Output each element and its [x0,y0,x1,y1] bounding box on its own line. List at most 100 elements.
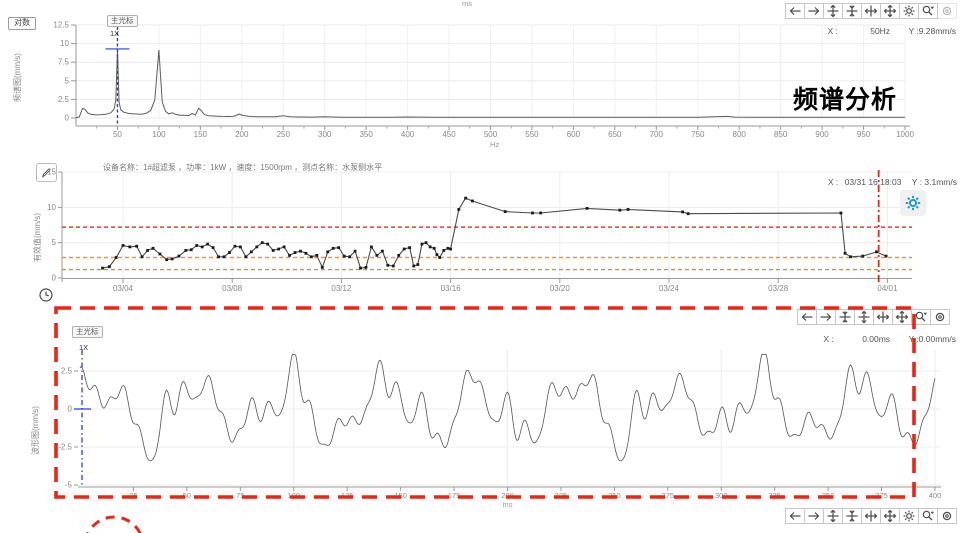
reset-icon [940,4,954,18]
arrow-right-button[interactable] [804,508,824,524]
spectrum-cursor-readout: X : 50Hz Y :9.28mm/s [827,26,956,36]
compress-vertical-icon [838,310,852,324]
log-scale-toggle-button[interactable]: 对数 [8,17,36,30]
trend-settings-button[interactable] [900,190,926,216]
svg-text:450: 450 [442,130,456,139]
svg-text:03/24: 03/24 [659,284,680,293]
expand-horizontal-button[interactable] [861,508,881,524]
waveform-cursor-readout: X : 0.00ms Y :0.00mm/s [823,334,956,344]
expand-vertical-icon [826,509,840,523]
svg-text:0: 0 [65,114,70,123]
svg-text:03/16: 03/16 [441,284,462,293]
gear-icon [904,194,922,212]
svg-text:300: 300 [318,130,332,139]
svg-text:275: 275 [662,491,675,500]
waveform-toolbar [798,309,950,325]
zoom-select-icon [921,4,935,18]
svg-text:04/01: 04/01 [877,284,898,293]
svg-text:150: 150 [194,130,208,139]
expand-vertical-button[interactable] [823,508,843,524]
svg-text:375: 375 [875,491,888,500]
svg-text:50: 50 [183,491,191,500]
svg-text:100: 100 [287,491,300,500]
expand-all-icon [883,4,897,18]
top-axis-remnant-label: ms [462,0,472,8]
zoom-select-button[interactable] [918,3,938,19]
spectrum-readout-y-value: Y :9.28mm/s [908,26,956,36]
svg-text:750: 750 [691,130,705,139]
spectrum-y-axis-label: 频谱图(mm/s) [12,53,23,102]
svg-text:10: 10 [47,203,56,212]
svg-text:400: 400 [401,130,415,139]
expand-all-button[interactable] [892,309,912,325]
spectrum-cursor-tag[interactable]: 主光标 [107,15,138,27]
svg-text:150: 150 [394,491,407,500]
expand-horizontal-button[interactable] [861,3,881,19]
svg-text:350: 350 [822,491,835,500]
svg-text:50: 50 [113,130,122,139]
expand-horizontal-button[interactable] [873,309,893,325]
arrow-right-button[interactable] [804,3,824,19]
zoom-select-button[interactable] [911,309,931,325]
trend-cursor-readout: X : 03/31 16:18:03 Y : 3.1mm/s [828,177,957,187]
arrow-left-icon [788,4,802,18]
svg-text:300: 300 [715,491,728,500]
expand-horizontal-icon [864,4,878,18]
compress-vertical-button[interactable] [835,309,855,325]
history-time-button[interactable] [37,286,55,304]
gear-button[interactable] [899,508,919,524]
arrow-left-icon [800,310,814,324]
compress-vertical-icon [845,509,859,523]
svg-text:125: 125 [341,491,354,500]
expand-vertical-icon [826,4,840,18]
arrow-right-icon [807,4,821,18]
reset-button[interactable] [930,309,950,325]
zoom-select-button[interactable] [918,508,938,524]
arrow-right-button[interactable] [816,309,836,325]
spectrum-chart[interactable]: 02.557.51012.550100150200250300350400450… [0,0,960,158]
arrow-left-icon [788,509,802,523]
arrow-left-button[interactable] [797,309,817,325]
reset-button[interactable] [937,3,957,19]
arrow-left-button[interactable] [785,3,805,19]
waveform-readout-x-value: 0.00ms [862,334,890,344]
svg-text:0: 0 [52,274,57,283]
svg-text:0: 0 [68,405,73,414]
annotation-red-dashed-box [56,308,914,497]
svg-text:250: 250 [608,491,621,500]
svg-text:ms: ms [503,500,513,509]
svg-text:-5: -5 [65,481,73,490]
svg-text:03/04: 03/04 [113,284,134,293]
svg-text:Hz: Hz [490,140,499,149]
svg-text:900: 900 [815,130,829,139]
gear-icon [902,509,916,523]
spectrum-overlay-title: 频谱分析 [793,80,897,116]
svg-text:175: 175 [448,491,461,500]
expand-all-button[interactable] [880,508,900,524]
reset-button[interactable] [937,508,957,524]
waveform-cursor-tag[interactable]: 主光标 [72,326,103,338]
page-bottom-toolbar [786,508,957,524]
svg-text:700: 700 [650,130,664,139]
expand-all-button[interactable] [880,3,900,19]
trend-chart[interactable]: 05101503/0403/0803/1203/1603/2003/2403/2… [0,160,960,310]
edit-button[interactable] [36,163,57,182]
expand-vertical-button[interactable] [854,309,874,325]
svg-text:800: 800 [733,130,747,139]
gear-button[interactable] [899,3,919,19]
svg-text:650: 650 [608,130,622,139]
waveform-readout-x-label: X : [823,334,833,344]
compress-vertical-icon [845,4,859,18]
arrow-left-button[interactable] [785,508,805,524]
arrow-right-icon [819,310,833,324]
trend-readout-x-label: X : [828,177,838,187]
expand-vertical-button[interactable] [823,3,843,19]
waveform-chart[interactable]: 2.50-2.5-5255075100125150175200225250275… [0,300,960,533]
compress-vertical-button[interactable] [842,3,862,19]
svg-text:2.5: 2.5 [61,367,73,376]
arrow-right-icon [807,509,821,523]
compress-vertical-button[interactable] [842,508,862,524]
svg-text:5: 5 [52,238,57,247]
gear-icon [902,4,916,18]
spectrum-readout-x-label: X : [827,26,837,36]
